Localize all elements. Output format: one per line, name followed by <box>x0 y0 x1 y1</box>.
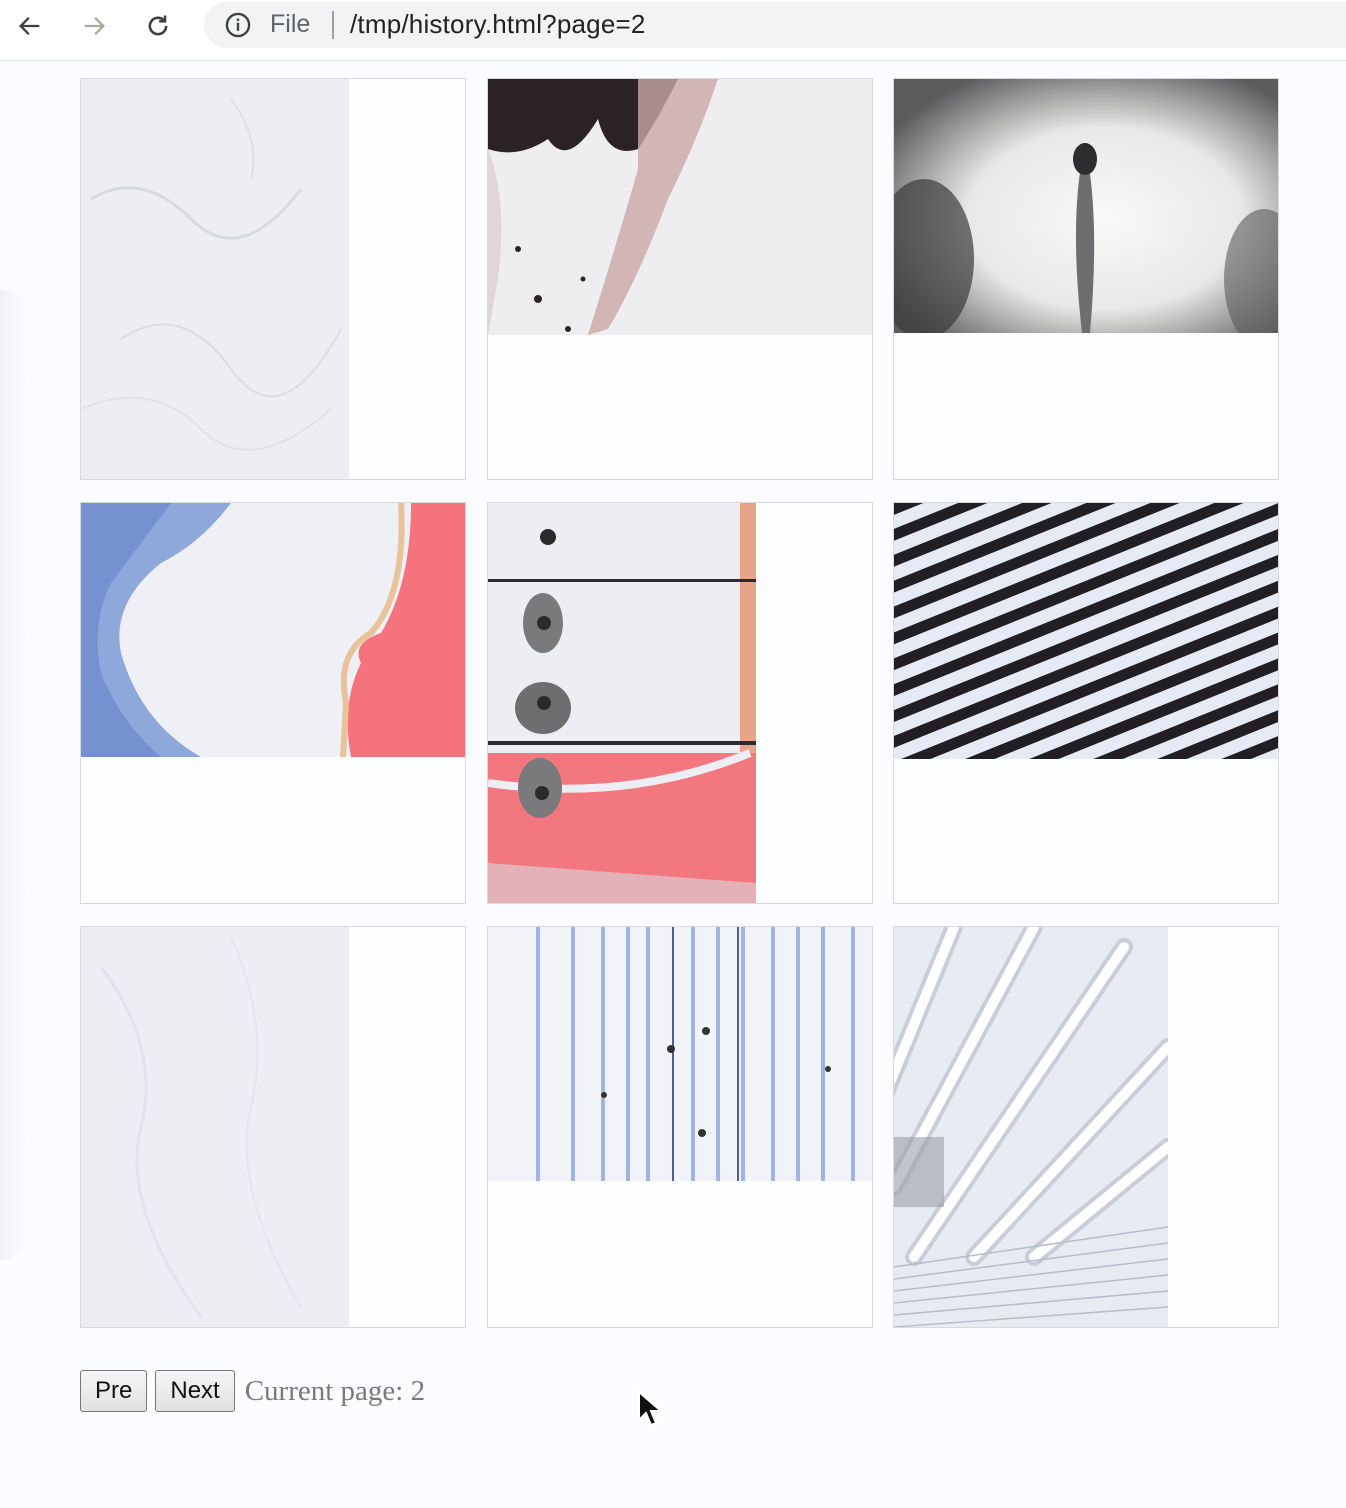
address-separator <box>332 11 334 39</box>
pre-button[interactable]: Pre <box>80 1370 148 1412</box>
image-card[interactable] <box>893 926 1279 1328</box>
reload-icon <box>148 15 168 36</box>
next-button[interactable]: Next <box>155 1370 235 1412</box>
scheme-label: File <box>270 10 311 38</box>
current-page-status: Current page: 2 <box>244 1374 426 1407</box>
ink-smoke-image <box>488 79 872 335</box>
forward-button[interactable] <box>76 8 112 44</box>
blue-pipes-image <box>488 927 872 1181</box>
browser-toolbar: File /tmp/history.html?page=2 <box>0 0 1346 61</box>
stripes-image <box>894 503 1278 759</box>
image-card[interactable] <box>487 502 873 904</box>
url-text[interactable]: /tmp/history.html?page=2 <box>350 9 646 40</box>
reload-button[interactable] <box>140 8 176 44</box>
image-card[interactable] <box>487 78 873 480</box>
mouse-pointer-icon <box>638 1390 664 1427</box>
back-button[interactable] <box>12 8 48 44</box>
image-card[interactable] <box>893 78 1279 480</box>
address-bar[interactable]: File /tmp/history.html?page=2 <box>204 2 1346 48</box>
marble-image <box>81 79 349 479</box>
image-card[interactable] <box>80 502 466 904</box>
paint-waves-image <box>81 503 465 757</box>
pale-marble-image <box>81 927 349 1327</box>
white-pipes-image <box>894 927 1168 1327</box>
image-card[interactable] <box>80 78 466 480</box>
arrow-right-icon <box>84 17 105 35</box>
info-icon[interactable] <box>224 11 252 39</box>
feather-image <box>894 79 1278 333</box>
image-card[interactable] <box>893 502 1279 904</box>
page-edge-shadow <box>0 290 28 1260</box>
peeling-paint-image <box>488 503 756 903</box>
image-card[interactable] <box>80 926 466 1328</box>
arrow-left-icon <box>19 17 40 35</box>
image-card[interactable] <box>487 926 873 1328</box>
pagination: Pre Next Current page: 2 <box>80 1370 425 1412</box>
